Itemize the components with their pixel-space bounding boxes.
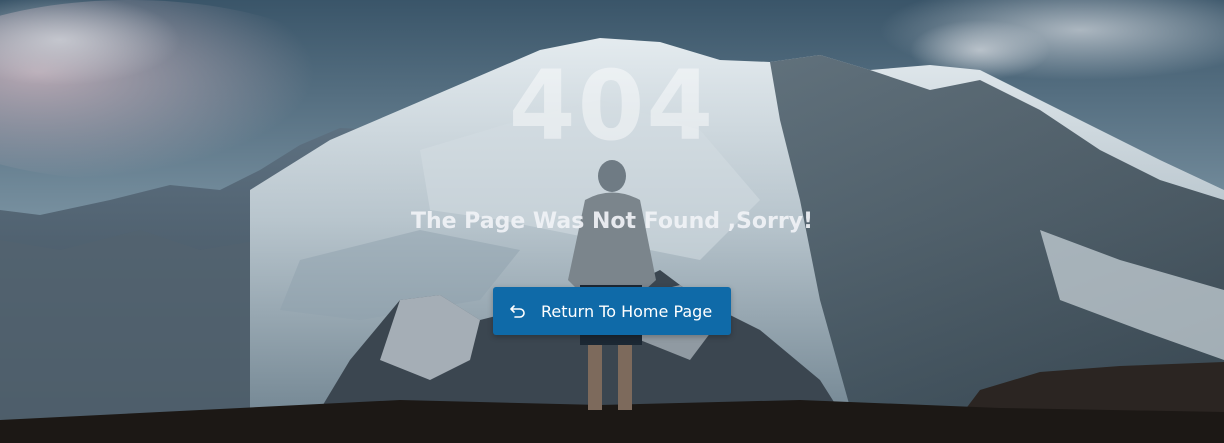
error-code-heading: 404	[508, 50, 716, 162]
error-message: The Page Was Not Found ,Sorry!	[410, 209, 814, 234]
error-page: 404 The Page Was Not Found ,Sorry! Retur…	[0, 0, 1224, 443]
return-home-button[interactable]: Return To Home Page	[493, 287, 731, 335]
return-home-label: Return To Home Page	[541, 301, 713, 321]
return-arrow-icon	[509, 302, 527, 320]
